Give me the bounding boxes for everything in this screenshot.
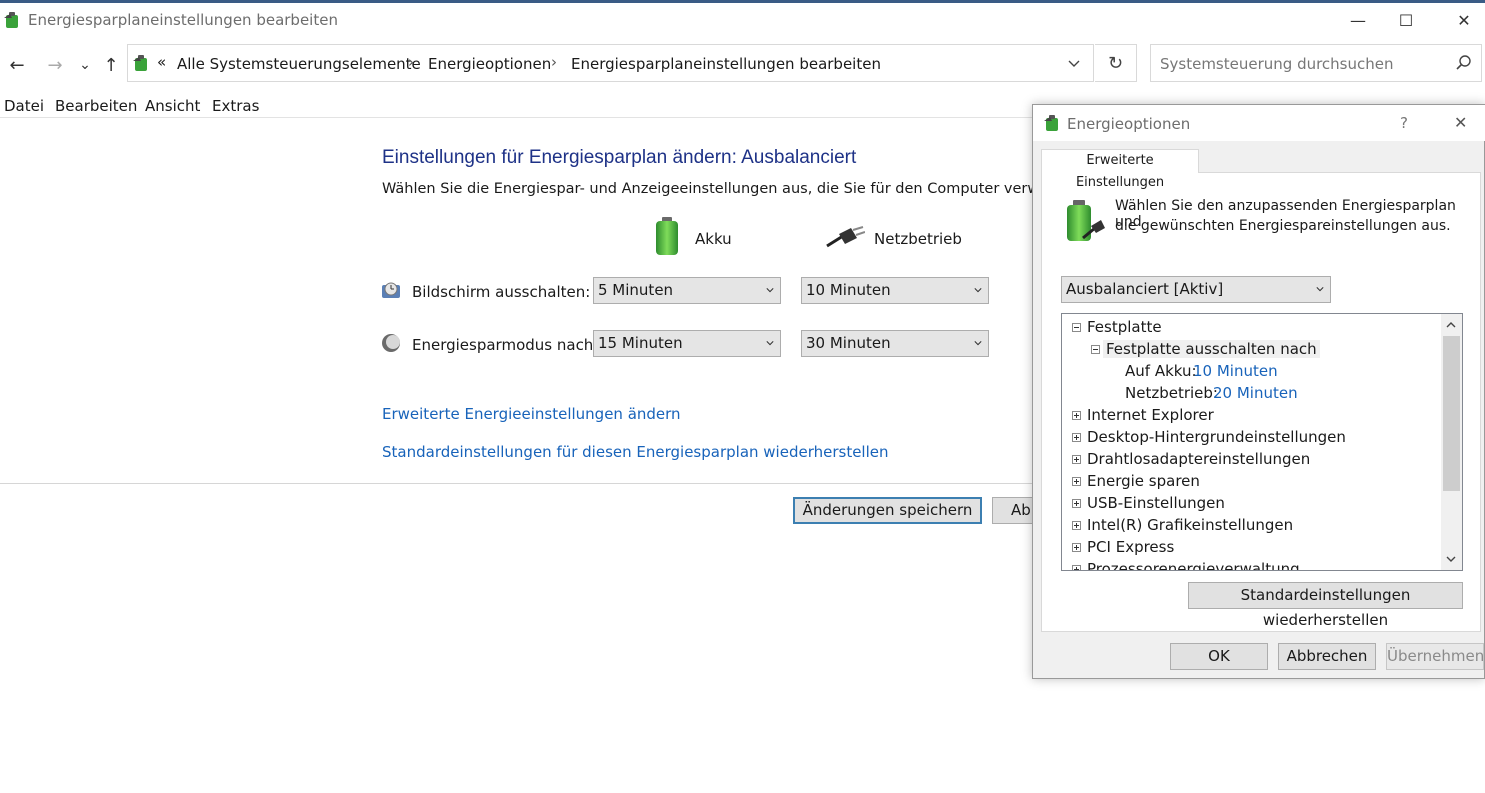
tree-item-hard-disk[interactable]: Festplatte [1087, 318, 1162, 336]
tree-item[interactable]: USB-Einstellungen [1087, 494, 1225, 512]
chevron-down-icon [1316, 287, 1324, 292]
scrollbar-thumb[interactable] [1443, 336, 1460, 491]
tree-item[interactable]: Internet Explorer [1087, 406, 1214, 424]
display-off-icon [382, 282, 400, 298]
menu-extras[interactable]: Extras [212, 97, 259, 115]
screen-off-plugged-select[interactable]: 10 Minuten [801, 277, 989, 304]
back-button[interactable]: ← [5, 54, 29, 76]
sleep-icon [382, 334, 400, 352]
recent-locations-button[interactable]: ⌄ [73, 54, 97, 76]
tree-value-plugged-in[interactable]: 20 Minuten [1213, 384, 1298, 402]
menu-edit[interactable]: Bearbeiten [55, 97, 137, 115]
dialog-title: Energieoptionen [1067, 115, 1191, 133]
restore-defaults-button[interactable]: Standardeinstellungen wiederherstellen [1188, 582, 1463, 629]
power-options-icon [1044, 115, 1058, 131]
expand-icon[interactable] [1072, 543, 1081, 552]
expand-icon[interactable] [1072, 565, 1081, 570]
menu-file[interactable]: Datei [4, 97, 44, 115]
screen-off-label: Bildschirm ausschalten: [412, 283, 591, 301]
tree-item-hard-disk-off-after[interactable]: Festplatte ausschalten nach [1103, 340, 1320, 358]
select-value: 10 Minuten [806, 281, 891, 299]
advanced-settings-link[interactable]: Erweiterte Energieeinstellungen ändern [382, 405, 681, 423]
content-divider [0, 483, 1032, 484]
expand-icon[interactable] [1072, 499, 1081, 508]
select-value: 15 Minuten [598, 334, 683, 352]
up-button[interactable]: ↑ [99, 54, 123, 76]
sleep-plugged-select[interactable]: 30 Minuten [801, 330, 989, 357]
tree-item[interactable]: Drahtlosadaptereinstellungen [1087, 450, 1310, 468]
ok-button[interactable]: OK [1170, 643, 1268, 670]
tree-item[interactable]: Desktop-Hintergrundeinstellungen [1087, 428, 1346, 446]
battery-plug-icon [1067, 200, 1105, 241]
restore-defaults-link[interactable]: Standardeinstellungen für diesen Energie… [382, 443, 889, 461]
collapse-icon[interactable] [1072, 323, 1081, 332]
power-options-icon [133, 55, 147, 71]
help-button[interactable]: ? [1400, 114, 1408, 132]
power-options-icon [4, 12, 18, 28]
menu-view[interactable]: Ansicht [145, 97, 200, 115]
collapse-icon[interactable] [1091, 345, 1100, 354]
sleep-battery-select[interactable]: 15 Minuten [593, 330, 781, 357]
select-value: Ausbalanciert [Aktiv] [1066, 280, 1224, 298]
page-title: Einstellungen für Energiesparplan ändern… [382, 147, 857, 168]
chevron-down-icon [974, 288, 982, 293]
plugged-in-column-header: Netzbetrieb [874, 230, 962, 248]
tab-advanced-settings[interactable]: Erweiterte Einstellungen [1041, 149, 1199, 190]
dialog-cancel-button[interactable]: Abbrechen [1278, 643, 1376, 670]
select-value: 5 Minuten [598, 281, 674, 299]
tree-item[interactable]: Intel(R) Grafikeinstellungen [1087, 516, 1293, 534]
breadcrumb-overflow[interactable]: « [157, 53, 166, 71]
battery-column-header: Akku [695, 230, 732, 248]
expand-icon[interactable] [1072, 477, 1081, 486]
expand-icon[interactable] [1072, 433, 1081, 442]
tree-item[interactable]: PCI Express [1087, 538, 1174, 556]
tree-label-plugged-in: Netzbetrieb: [1125, 384, 1218, 402]
search-placeholder: Systemsteuerung durchsuchen [1160, 55, 1394, 73]
window-title: Energiesparplaneinstellungen bearbeiten [28, 11, 338, 29]
page-description: Wählen Sie die Energiespar- und Anzeigee… [382, 181, 1032, 197]
battery-icon [656, 217, 678, 255]
settings-tree[interactable]: Festplatte Festplatte ausschalten nach A… [1061, 313, 1463, 571]
chevron-down-icon [766, 288, 774, 293]
scroll-down-icon[interactable] [1445, 554, 1457, 564]
expand-icon[interactable] [1072, 521, 1081, 530]
screen-off-battery-select[interactable]: 5 Minuten [593, 277, 781, 304]
forward-button[interactable]: → [43, 54, 67, 76]
breadcrumb-all-control-panel-items[interactable]: Alle Systemsteuerungselemente [177, 55, 421, 73]
breadcrumb-separator[interactable]: › [551, 53, 557, 71]
scroll-up-icon[interactable] [1445, 320, 1457, 330]
maximize-button[interactable]: ☐ [1386, 8, 1426, 32]
expand-icon[interactable] [1072, 455, 1081, 464]
select-value: 30 Minuten [806, 334, 891, 352]
apply-button[interactable]: Übernehmen [1386, 643, 1484, 670]
dialog-close-button[interactable]: ✕ [1454, 113, 1467, 132]
power-plug-icon [826, 226, 865, 248]
taskbar-strip [0, 0, 1485, 3]
tree-value-on-battery[interactable]: 10 Minuten [1193, 362, 1278, 380]
chevron-down-icon [974, 341, 982, 346]
chevron-down-icon [766, 341, 774, 346]
search-icon[interactable] [1455, 54, 1473, 72]
save-changes-button[interactable]: Änderungen speichern [793, 497, 982, 524]
close-button[interactable]: ✕ [1444, 8, 1484, 32]
breadcrumb-separator[interactable]: › [408, 53, 414, 71]
chevron-down-icon[interactable] [1068, 59, 1080, 69]
power-plan-select[interactable]: Ausbalanciert [Aktiv] [1061, 276, 1331, 303]
tree-item[interactable]: Energie sparen [1087, 472, 1200, 490]
sleep-label: Energiesparmodus nach: [412, 336, 599, 354]
tree-item[interactable]: Prozessorenergieverwaltung [1087, 560, 1300, 570]
minimize-button[interactable]: — [1338, 8, 1378, 32]
breadcrumb-power-options[interactable]: Energieoptionen [428, 55, 551, 73]
dialog-description-line2: die gewünschten Energiespareinstellungen… [1115, 218, 1451, 234]
expand-icon[interactable] [1072, 411, 1081, 420]
tree-label-on-battery: Auf Akku: [1125, 362, 1197, 380]
menu-divider [0, 117, 1032, 118]
refresh-button[interactable]: ↻ [1095, 44, 1137, 82]
breadcrumb-edit-plan-settings[interactable]: Energiesparplaneinstellungen bearbeiten [571, 55, 881, 73]
